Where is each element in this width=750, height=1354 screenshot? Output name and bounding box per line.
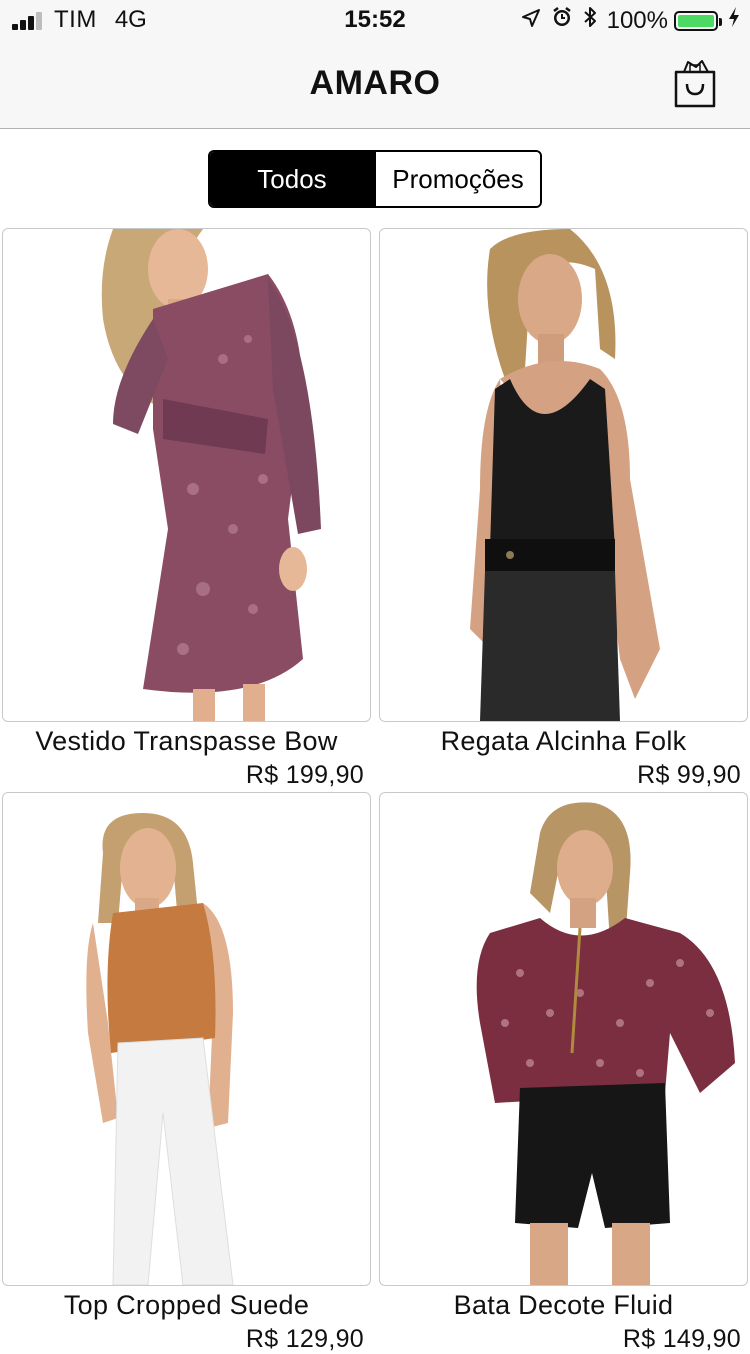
segment-todos[interactable]: Todos xyxy=(210,152,374,206)
status-right: 100% xyxy=(511,6,740,35)
location-arrow-icon xyxy=(521,7,541,35)
product-image xyxy=(2,228,371,722)
shopping-bag-icon xyxy=(674,60,716,108)
product-name: Vestido Transpasse Bow xyxy=(35,726,338,756)
product-name: Bata Decote Fluid xyxy=(453,1290,674,1320)
product-card[interactable]: Vestido Transpasse Bow R$ 199,90 xyxy=(2,228,371,790)
product-image xyxy=(379,228,748,722)
product-price: R$ 99,90 xyxy=(637,761,741,789)
product-card[interactable]: Regata Alcinha Folk R$ 99,90 xyxy=(379,228,748,790)
app-title: AMARO xyxy=(309,64,441,102)
product-image xyxy=(2,792,371,1286)
charging-bolt-icon xyxy=(728,6,740,35)
product-price: R$ 129,90 xyxy=(245,1325,364,1353)
battery-level-fill xyxy=(678,14,714,27)
status-bar: TIM 4G 15:52 100% xyxy=(0,0,750,40)
segment-promocoes[interactable]: Promoções xyxy=(374,152,540,206)
product-card[interactable]: Bata Decote Fluid R$ 149,90 xyxy=(379,792,748,1354)
battery-icon xyxy=(674,10,722,31)
product-card[interactable]: Top Cropped Suede R$ 129,90 xyxy=(2,792,371,1354)
product-price: R$ 149,90 xyxy=(622,1325,741,1353)
product-name: Top Cropped Suede xyxy=(63,1290,310,1320)
alarm-clock-icon xyxy=(551,6,573,35)
product-price: R$ 199,90 xyxy=(245,761,364,789)
shopping-bag-button[interactable] xyxy=(672,58,718,110)
battery-percent: 100% xyxy=(606,6,668,34)
filter-segmented-control: Todos Promoções xyxy=(208,150,542,208)
product-image xyxy=(379,792,748,1286)
navigation-bar: AMARO xyxy=(0,40,750,129)
bluetooth-icon xyxy=(583,6,597,35)
product-name: Regata Alcinha Folk xyxy=(440,726,687,756)
